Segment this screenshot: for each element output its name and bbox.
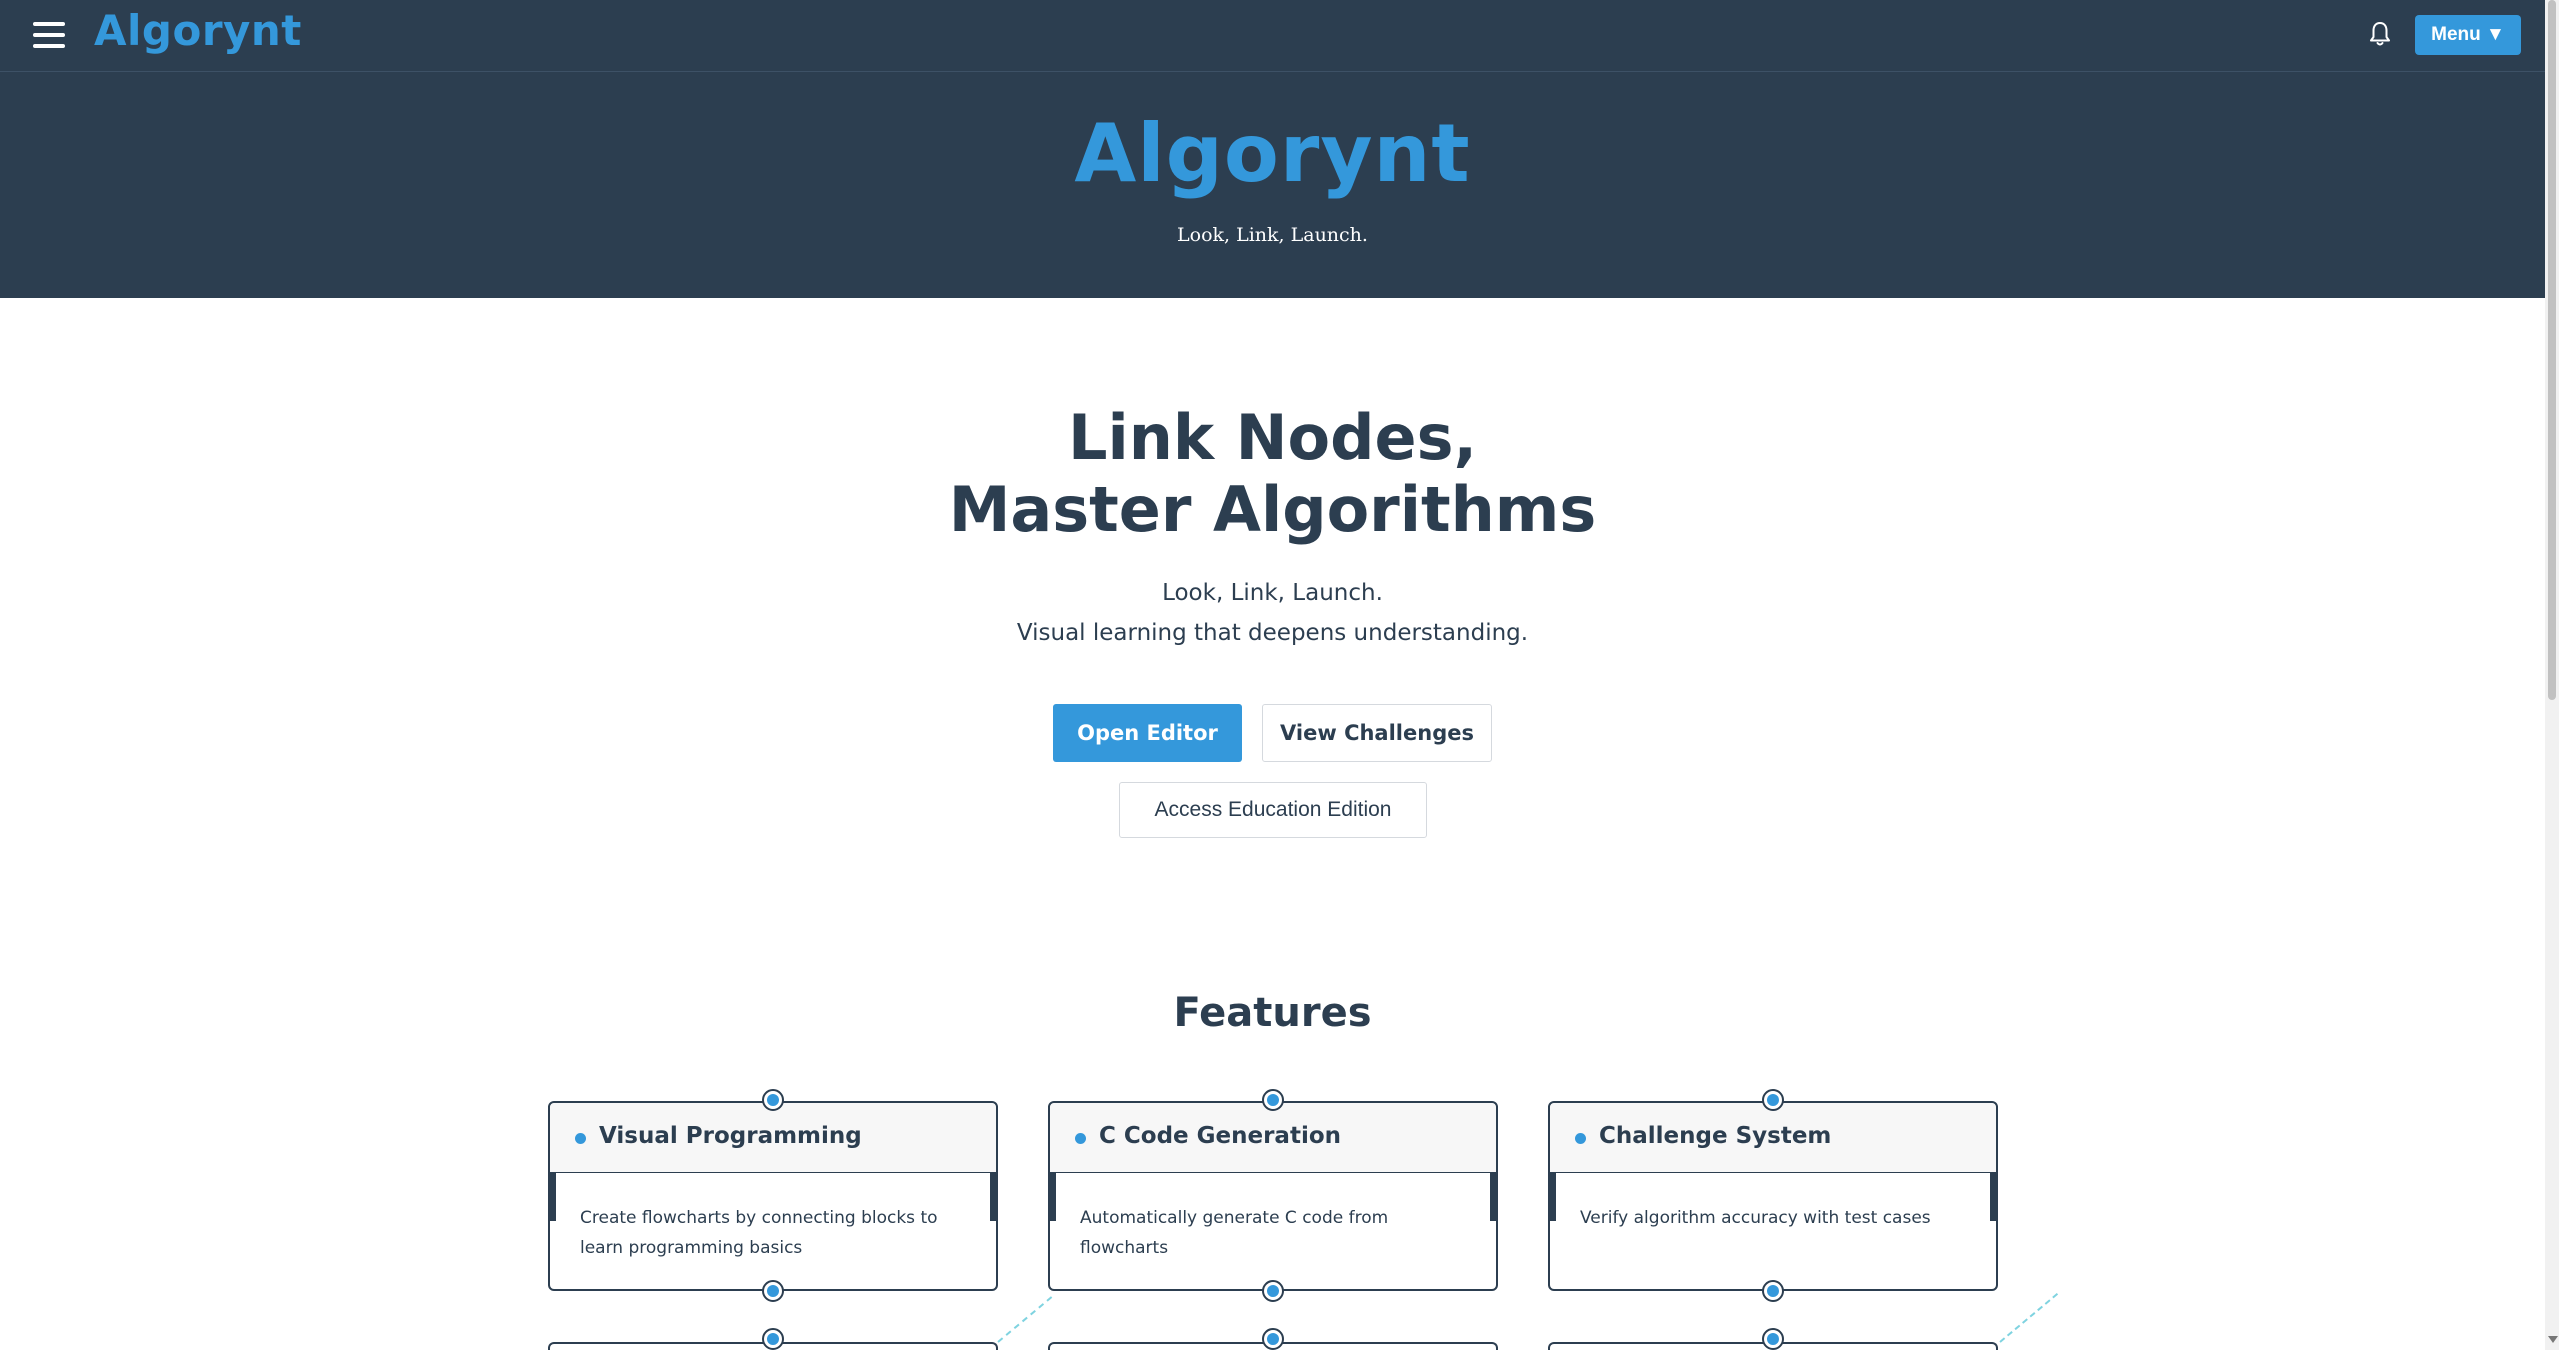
bullet-dot-icon <box>575 1133 586 1144</box>
node-port-icon[interactable] <box>762 1280 784 1302</box>
hero-tagline: Look, Link, Launch. <box>1177 224 1368 246</box>
card-header: Challenge System <box>1550 1103 1996 1173</box>
bell-icon[interactable] <box>2368 20 2392 48</box>
feature-card-visual-programming[interactable]: Visual Programming Create flowcharts by … <box>548 1101 998 1291</box>
top-navbar: Algorynt Menu ▼ <box>0 0 2545 72</box>
node-port-icon[interactable] <box>1762 1089 1784 1111</box>
brand-logo[interactable]: Algorynt <box>94 6 302 55</box>
card-description: Automatically generate C code from flowc… <box>1080 1208 1389 1258</box>
headline-line-2: Master Algorithms <box>948 473 1597 546</box>
card-description: Verify algorithm accuracy with test case… <box>1580 1208 1931 1228</box>
headline-line-1: Link Nodes, <box>1067 401 1478 474</box>
menu-dropdown-button[interactable]: Menu ▼ <box>2415 15 2521 55</box>
scroll-down-arrow-icon[interactable] <box>2548 1336 2558 1343</box>
features-heading: Features <box>1173 990 1372 1036</box>
node-port-icon[interactable] <box>1262 1089 1284 1111</box>
open-editor-button[interactable]: Open Editor <box>1053 704 1242 762</box>
education-edition-button[interactable]: Access Education Edition <box>1119 782 1427 838</box>
card-header: C Code Generation <box>1050 1103 1496 1173</box>
node-port-icon[interactable] <box>1762 1328 1784 1350</box>
hamburger-menu-icon[interactable] <box>33 22 65 48</box>
side-handle <box>1548 1173 1556 1221</box>
hero-title: Algorynt <box>1074 107 1471 200</box>
side-handle <box>1048 1173 1056 1221</box>
card-title: Challenge System <box>1599 1123 1832 1149</box>
bullet-dot-icon <box>1575 1133 1586 1144</box>
node-port-icon[interactable] <box>762 1328 784 1350</box>
node-port-icon[interactable] <box>1762 1280 1784 1302</box>
card-title: Visual Programming <box>599 1123 862 1149</box>
card-description: Create flowcharts by connecting blocks t… <box>580 1208 938 1258</box>
scrollbar-thumb[interactable] <box>2548 0 2556 700</box>
card-header: Visual Programming <box>550 1103 996 1173</box>
node-port-icon[interactable] <box>1262 1328 1284 1350</box>
hero-banner: Algorynt Look, Link, Launch. <box>0 72 2545 298</box>
feature-card-challenge-system[interactable]: Challenge System Verify algorithm accura… <box>1548 1101 1998 1291</box>
side-handle <box>1490 1173 1498 1221</box>
feature-card-c-code-generation[interactable]: C Code Generation Automatically generate… <box>1048 1101 1498 1291</box>
card-title: C Code Generation <box>1099 1123 1342 1149</box>
side-handle <box>990 1173 998 1221</box>
node-connector <box>997 1296 1053 1343</box>
node-port-icon[interactable] <box>762 1089 784 1111</box>
node-connector <box>1999 1293 2059 1343</box>
side-handle <box>1990 1173 1998 1221</box>
node-port-icon[interactable] <box>1262 1280 1284 1302</box>
view-challenges-button[interactable]: View Challenges <box>1262 704 1492 762</box>
subtitle-line-2: Visual learning that deepens understandi… <box>1016 620 1529 646</box>
bullet-dot-icon <box>1075 1133 1086 1144</box>
subtitle-line-1: Look, Link, Launch. <box>1162 580 1383 606</box>
side-handle <box>548 1173 556 1221</box>
